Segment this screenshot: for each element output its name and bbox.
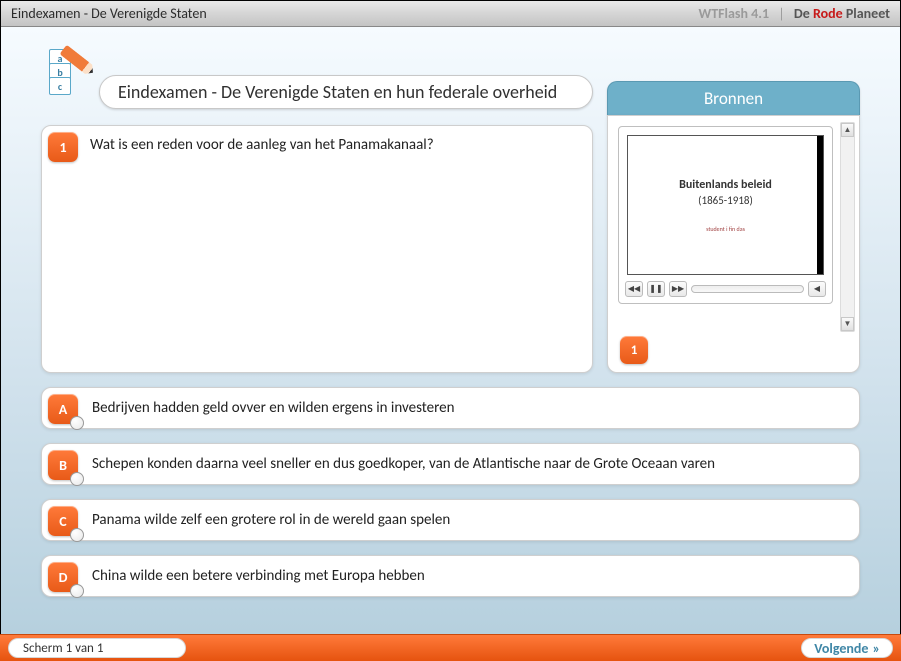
answer-option-b[interactable]: B Schepen konden daarna veel sneller en … — [41, 443, 860, 485]
footer-bar: Scherm 1 van 1 Volgende » — [0, 634, 901, 661]
bronnen-panel: Buitenlands beleid (1865-1918) student i… — [607, 115, 860, 373]
scroll-down-icon[interactable]: ▼ — [841, 317, 854, 331]
player-controls: ◀◀ ❚❚ ▶▶ ◀ — [625, 279, 826, 299]
main-area: a b c Eindexamen - De Verenigde Staten e… — [1, 27, 900, 634]
brand-de: De — [794, 5, 813, 22]
brand-area: WTFlash 4.1 | De Rode Planeet — [699, 5, 891, 22]
screen-counter: Scherm 1 van 1 — [8, 638, 186, 658]
bronnen-scrollbar[interactable]: ▲ ▼ — [840, 122, 855, 332]
media-player: Buitenlands beleid (1865-1918) student i… — [618, 126, 833, 304]
next-button[interactable]: Volgende » — [801, 638, 893, 658]
radio-icon[interactable] — [70, 528, 84, 542]
question-row: 1 Wat is een reden voor de aanleg van he… — [41, 125, 860, 373]
radio-icon[interactable] — [70, 472, 84, 486]
scroll-up-icon[interactable]: ▲ — [841, 123, 854, 137]
brand-rode: Rode — [813, 5, 846, 22]
rewind-button[interactable]: ◀◀ — [625, 281, 643, 297]
brand-planeet: Planeet — [846, 5, 890, 22]
page-title: Eindexamen - De Verenigde Staten en hun … — [99, 75, 593, 109]
answers-list: A Bedrijven hadden geld ovver en wilden … — [41, 387, 860, 597]
slide-title: Buitenlands beleid — [679, 178, 772, 192]
question-text: Wat is een reden voor de aanleg van het … — [90, 136, 578, 154]
answer-text: Schepen konden daarna veel sneller en du… — [92, 455, 715, 473]
slide-preview[interactable]: Buitenlands beleid (1865-1918) student i… — [627, 135, 824, 275]
quiz-icon: a b c — [41, 49, 99, 101]
bronnen-source-badge[interactable]: 1 — [620, 336, 648, 364]
slide-stripe — [817, 136, 823, 274]
answer-text: Panama wilde zelf een grotere rol in de … — [92, 511, 450, 529]
question-number-badge: 1 — [48, 132, 78, 162]
radio-icon[interactable] — [70, 416, 84, 430]
screen-counter-text: Scherm 1 van 1 — [23, 641, 103, 656]
chevron-right-icon: » — [872, 640, 880, 657]
progress-bar[interactable] — [691, 285, 804, 293]
volume-button[interactable]: ◀ — [808, 281, 826, 297]
page-title-text: Eindexamen - De Verenigde Staten en hun … — [118, 81, 557, 103]
answer-text: Bedrijven hadden geld ovver en wilden er… — [92, 399, 455, 417]
quiz-card-icon: c — [49, 77, 71, 95]
separator: | — [778, 5, 784, 22]
slide-subtitle: (1865-1918) — [698, 194, 753, 207]
next-button-label: Volgende — [814, 640, 868, 657]
app-name: WTFlash 4.1 — [699, 5, 770, 22]
answer-option-c[interactable]: C Panama wilde zelf een grotere rol in d… — [41, 499, 860, 541]
slide-caption: student i fin das — [706, 225, 745, 233]
forward-button[interactable]: ▶▶ — [669, 281, 687, 297]
bronnen-column: Bronnen Buitenlands beleid (1865-1918) s… — [607, 125, 860, 373]
pause-button[interactable]: ❚❚ — [647, 281, 665, 297]
answer-text: China wilde een betere verbinding met Eu… — [92, 567, 425, 585]
window-title: Eindexamen - De Verenigde Staten — [11, 5, 207, 22]
answer-option-d[interactable]: D China wilde een betere verbinding met … — [41, 555, 860, 597]
radio-icon[interactable] — [70, 584, 84, 598]
top-bar: Eindexamen - De Verenigde Staten WTFlash… — [1, 1, 900, 27]
question-box: 1 Wat is een reden voor de aanleg van he… — [41, 125, 593, 373]
answer-option-a[interactable]: A Bedrijven hadden geld ovver en wilden … — [41, 387, 860, 429]
header-row: a b c Eindexamen - De Verenigde Staten e… — [41, 57, 860, 117]
